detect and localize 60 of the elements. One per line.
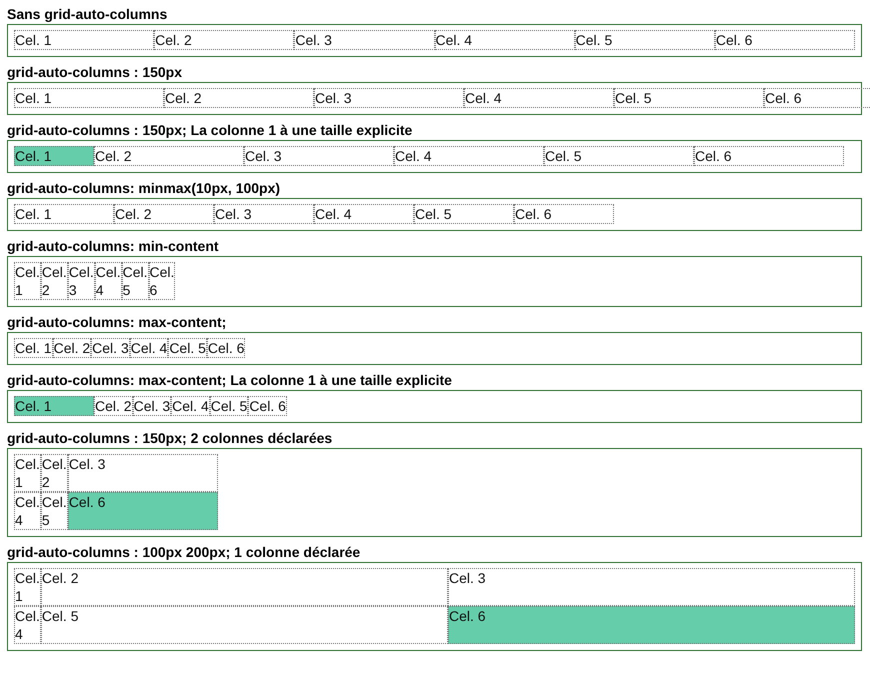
grid-cell: Cel. 6 (68, 492, 218, 530)
grid-cell: Cel. 5 (210, 396, 248, 416)
grid-cell: Cel. 2 (94, 396, 133, 416)
grid-cell: Cel. 3 (314, 88, 464, 108)
grid-cell: Cel. 6 (514, 204, 614, 224)
grid-cell: Cel. 5 (168, 338, 207, 358)
grid-cell: Cel. 6 (694, 146, 844, 166)
grid-cell: Cel. 1 (14, 262, 41, 300)
grid-cell: Cel. 6 (714, 30, 855, 50)
grid-cell: Cel. 4 (314, 204, 414, 224)
grid-cell: Cel. 4 (464, 88, 614, 108)
grid-cell: Cel. 6 (248, 396, 287, 416)
grid-cell: Cel. 5 (544, 146, 694, 166)
grid-cell: Cel. 5 (574, 30, 715, 50)
grid-cell: Cel. 5 (122, 262, 149, 300)
grid-cell: Cel. 2 (40, 262, 68, 300)
grid-cell: Cel. 4 (394, 146, 544, 166)
example-heading: grid-auto-columns : 150px; La colonne 1 à une taille explicite (7, 122, 414, 138)
grid-cell: Cel. 3 (68, 262, 95, 300)
grid-cell: Cel. 4 (130, 338, 168, 358)
grid-cell: Cel. 2 (154, 30, 294, 50)
grid-cell: Cel. 1 (14, 146, 94, 166)
grid-cell: Cel. 5 (414, 204, 514, 224)
example-heading: Sans grid-auto-columns (7, 6, 168, 22)
grid-cell: Cel. 1 (14, 454, 41, 492)
grid-cell: Cel. 2 (164, 88, 314, 108)
grid-cell: Cel. 4 (171, 396, 210, 416)
grid-cell: Cel. 6 (448, 606, 855, 644)
grid-cell: Cel. 2 (52, 338, 92, 358)
grid-cell: Cel. 5 (40, 606, 448, 644)
grid-cell: Cel. 5 (614, 88, 764, 108)
grid-cell: Cel. 2 (40, 568, 448, 606)
example-heading: grid-auto-columns: max-content; La colonne 1 à une taille explicite (7, 372, 453, 388)
grid-cell: Cel. 6 (148, 262, 176, 300)
grid-cell: Cel. 3 (214, 204, 314, 224)
grid-cell: Cel. 2 (40, 454, 68, 492)
grid-cell: Cel. 6 (764, 88, 870, 108)
grid-cell: Cel. 2 (114, 204, 214, 224)
example-heading: grid-auto-columns: max-content; (7, 314, 228, 330)
grid-cell: Cel. 4 (14, 492, 41, 530)
grid-cell: Cel. 1 (14, 30, 154, 50)
example-heading: grid-auto-columns : 150px (7, 64, 184, 80)
grid-cell: Cel. 3 (244, 146, 394, 166)
example-heading: grid-auto-columns : 150px; 2 colonnes déclarées (7, 430, 334, 446)
example-heading: grid-auto-columns : 100px 200px; 1 colonne déclarée (7, 544, 362, 560)
grid-cell: Cel. 1 (14, 338, 53, 358)
grid-cell: Cel. 2 (94, 146, 244, 166)
grid-cell: Cel. 3 (91, 338, 130, 358)
grid-cell: Cel. 3 (132, 396, 172, 416)
grid-cell: Cel. 4 (434, 30, 575, 50)
grid-cell: Cel. 4 (14, 606, 41, 644)
grid-cell: Cel. 3 (294, 30, 434, 50)
grid-cell: Cel. 1 (14, 568, 41, 606)
example-heading: grid-auto-columns: min-content (7, 238, 220, 254)
example-heading: grid-auto-columns: minmax(10px, 100px) (7, 180, 282, 196)
grid-cell: Cel. 1 (14, 396, 94, 416)
grid-cell: Cel. 4 (94, 262, 122, 300)
grid-cell: Cel. 1 (14, 88, 164, 108)
grid-cell: Cel. 6 (206, 338, 246, 358)
grid-cell: Cel. 1 (14, 204, 114, 224)
